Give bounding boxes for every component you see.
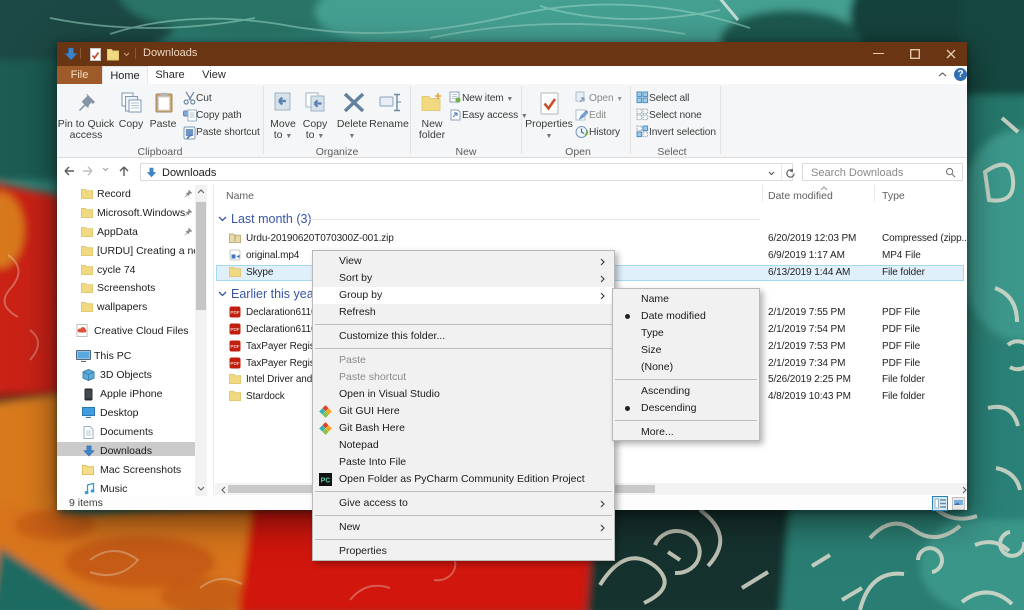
svg-text:PDF: PDF — [230, 310, 239, 315]
svg-text:PDF: PDF — [230, 344, 239, 349]
svg-text:PDF: PDF — [230, 361, 239, 366]
svg-text:PDF: PDF — [230, 327, 239, 332]
svg-text:PC: PC — [321, 478, 331, 485]
